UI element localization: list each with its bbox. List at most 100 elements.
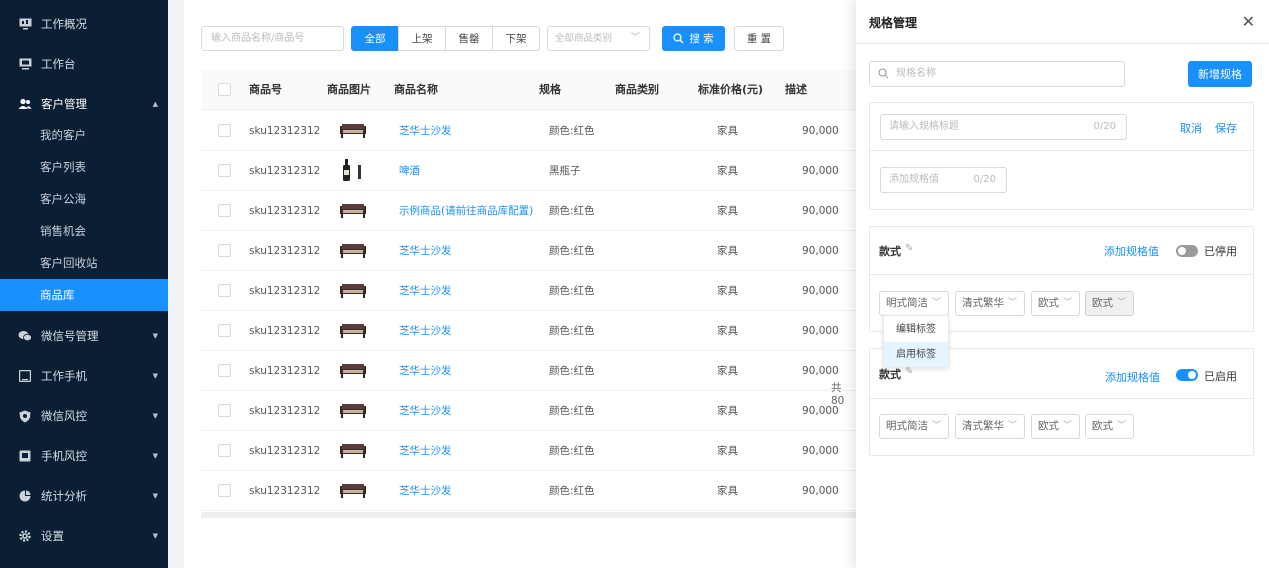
spec-search-placeholder: 规格名称 — [896, 68, 936, 79]
product-desc: 90,000 — [802, 485, 839, 497]
product-category: 家具 — [717, 245, 738, 257]
product-thumbnail — [340, 324, 366, 341]
spec-value-input[interactable]: 添加规格值 0/20 — [880, 167, 1007, 193]
spec-value-select[interactable]: 明式简洁 ﹀ — [879, 414, 949, 439]
product-sku: sku12312312 — [249, 485, 321, 497]
product-name-link[interactable]: 示例商品(请前往商品库配置) — [399, 191, 533, 231]
row-checkbox[interactable] — [218, 284, 231, 297]
table-row[interactable]: sku12312312 芝华士沙发 颜色:红色 家具 90,000 — [201, 271, 856, 311]
table-row[interactable]: sku12312312 示例商品(请前往商品库配置) 颜色:红色 家具 90,000 — [201, 191, 856, 231]
edit-pencil-icon[interactable]: ✎ — [905, 243, 913, 254]
sidebar-item-label: 统计分析 — [41, 489, 87, 503]
search-button[interactable]: 搜 索 — [662, 26, 725, 51]
product-name-link[interactable]: 芝华士沙发 — [399, 351, 452, 391]
add-spec-value-link[interactable]: 添加规格值 — [1105, 369, 1160, 385]
table-row[interactable]: sku12312312 芝华士沙发 颜色:红色 家具 90,000 — [201, 111, 856, 151]
add-spec-button[interactable]: 新增规格 — [1188, 61, 1252, 87]
table-row[interactable]: sku12312312 芝华士沙发 颜色:红色 家具 90,000 — [201, 231, 856, 271]
sidebar-item-statistics[interactable]: 统计分析 ▼ — [0, 476, 168, 516]
spec-status-label: 已停用 — [1204, 245, 1237, 258]
sidebar-subitem-customer-list[interactable]: 客户列表 — [0, 151, 168, 183]
sidebar-item-label: 工作手机 — [41, 369, 87, 383]
chevron-down-icon: ﹀ — [1007, 421, 1017, 431]
sidebar-subitem-recycle-bin[interactable]: 客户回收站 — [0, 247, 168, 279]
product-desc: 90,000 — [802, 125, 839, 137]
sidebar-item-customer-mgmt[interactable]: 客户管理 ▲ — [0, 84, 168, 124]
spec-title-input[interactable]: 请输入规格标题 0/20 — [880, 114, 1127, 140]
spec-value-select[interactable]: 欧式 ﹀ — [1031, 291, 1080, 316]
spec-value-select[interactable]: 清式繁华 ﹀ — [955, 414, 1025, 439]
category-select[interactable]: 全部商品类别 ﹀ — [547, 26, 650, 51]
product-name-link[interactable]: 芝华士沙发 — [399, 111, 452, 151]
sidebar-item-phone-risk[interactable]: 手机风控 ▼ — [0, 436, 168, 476]
status-tab-all[interactable]: 全部 — [351, 26, 399, 51]
column-header-desc: 描述 — [785, 83, 807, 96]
product-name-link[interactable]: 芝华士沙发 — [399, 311, 452, 351]
table-row[interactable]: sku12312312 芝华士沙发 颜色:红色 家具 90,000 — [201, 471, 856, 511]
table-row[interactable]: sku12312312 啤酒 黑瓶子 家具 90,000 — [201, 151, 856, 191]
sidebar-subitem-my-customers[interactable]: 我的客户 — [0, 119, 168, 151]
product-desc: 90,000 — [802, 325, 839, 337]
card-divider — [870, 274, 1253, 275]
shield-icon — [18, 409, 32, 423]
table-row[interactable]: sku12312312 芝华士沙发 颜色:红色 家具 90,000 — [201, 351, 856, 391]
spec-value-counter: 0/20 — [973, 174, 996, 185]
product-sku: sku12312312 — [249, 125, 321, 137]
row-checkbox[interactable] — [218, 164, 231, 177]
product-thumbnail — [340, 124, 366, 141]
sidebar-item-wechat-risk[interactable]: 微信风控 ▼ — [0, 396, 168, 436]
row-checkbox[interactable] — [218, 324, 231, 337]
spec-status-toggle[interactable] — [1176, 245, 1198, 257]
product-name-link[interactable]: 芝华士沙发 — [399, 431, 452, 471]
product-name-link[interactable]: 芝华士沙发 — [399, 471, 452, 511]
spec-value-select[interactable]: 欧式 ﹀ — [1085, 414, 1134, 439]
row-checkbox[interactable] — [218, 364, 231, 377]
spec-status-toggle[interactable] — [1176, 369, 1198, 381]
sidebar-subitem-sales-opportunities[interactable]: 销售机会 — [0, 215, 168, 247]
row-checkbox[interactable] — [218, 244, 231, 257]
row-checkbox[interactable] — [218, 204, 231, 217]
row-checkbox[interactable] — [218, 404, 231, 417]
product-search-input[interactable]: 输入商品名称/商品号 — [201, 26, 344, 51]
spec-value-select[interactable]: 明式简洁 ﹀ — [879, 291, 949, 316]
sidebar-item-settings[interactable]: 设置 ▼ — [0, 516, 168, 556]
product-desc: 90,000 — [802, 245, 839, 257]
table-row[interactable]: sku12312312 芝华士沙发 颜色:红色 家具 90,000 — [201, 311, 856, 351]
spec-value-select[interactable]: 欧式 ﹀ — [1031, 414, 1080, 439]
reset-button[interactable]: 重 置 — [734, 26, 784, 51]
table-row[interactable]: sku12312312 芝华士沙发 颜色:红色 家具 90,000 — [201, 431, 856, 471]
cancel-button[interactable]: 取消 — [1180, 120, 1202, 136]
spec-value-select[interactable]: 清式繁华 ﹀ — [955, 291, 1025, 316]
product-name-link[interactable]: 芝华士沙发 — [399, 391, 452, 431]
status-tab-off-shelf[interactable]: 下架 — [492, 26, 540, 51]
spec-search-input[interactable]: 规格名称 — [869, 61, 1125, 87]
status-tab-sold-out[interactable]: 售罄 — [445, 26, 493, 51]
row-checkbox[interactable] — [218, 484, 231, 497]
sidebar-subitem-product-library[interactable]: 商品库 — [0, 279, 168, 311]
edit-pencil-icon[interactable]: ✎ — [905, 366, 913, 377]
spec-value-select[interactable]: 欧式 ﹀ — [1085, 291, 1134, 316]
menu-item-edit-tag[interactable]: 编辑标签 — [884, 317, 948, 342]
sidebar-item-wechat-accounts[interactable]: 微信号管理 ▼ — [0, 316, 168, 356]
spec-value-placeholder: 添加规格值 — [889, 174, 939, 185]
horizontal-scrollbar[interactable] — [201, 512, 856, 518]
status-tab-on-shelf[interactable]: 上架 — [398, 26, 446, 51]
sidebar-item-overview[interactable]: 工作概况 — [0, 4, 168, 44]
product-name-link[interactable]: 芝华士沙发 — [399, 231, 452, 271]
close-icon[interactable]: ✕ — [1242, 12, 1255, 31]
add-spec-value-link[interactable]: 添加规格值 — [1104, 243, 1159, 259]
product-name-link[interactable]: 芝华士沙发 — [399, 271, 452, 311]
sidebar-item-label: 微信号管理 — [41, 329, 99, 343]
phone-icon — [18, 369, 32, 383]
row-checkbox[interactable] — [218, 444, 231, 457]
sidebar-item-work-phone[interactable]: 工作手机 ▼ — [0, 356, 168, 396]
select-all-checkbox[interactable] — [218, 83, 231, 96]
row-checkbox[interactable] — [218, 124, 231, 137]
sidebar-item-workbench[interactable]: 工作台 — [0, 44, 168, 84]
sidebar-subitem-public-pool[interactable]: 客户公海 — [0, 183, 168, 215]
menu-item-enable-tag[interactable]: 启用标签 — [884, 342, 948, 367]
table-row[interactable]: sku12312312 芝华士沙发 颜色:红色 家具 90,000 — [201, 391, 856, 431]
product-name-link[interactable]: 啤酒 — [399, 151, 420, 191]
product-category: 家具 — [717, 365, 738, 377]
save-button[interactable]: 保存 — [1215, 120, 1237, 136]
